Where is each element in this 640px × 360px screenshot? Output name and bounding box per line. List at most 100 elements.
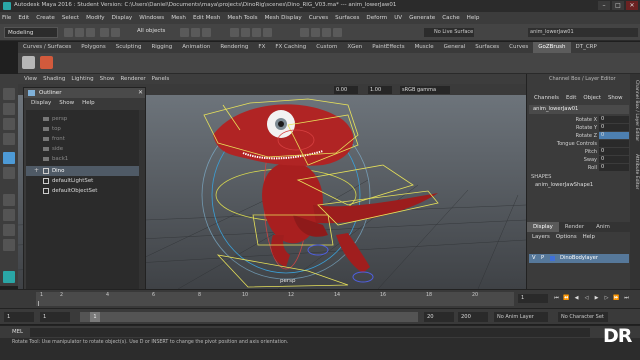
gamma-field[interactable]: 1.00 [368, 86, 392, 94]
snap-point-icon[interactable] [252, 28, 261, 37]
new-scene-icon[interactable] [64, 28, 73, 37]
menu-cache[interactable]: Cache [442, 15, 459, 21]
menu-file[interactable]: File [2, 15, 11, 21]
start-time-field[interactable]: 1 [4, 312, 34, 322]
layers-menu[interactable]: Layers [532, 234, 550, 240]
move-tool-icon[interactable] [3, 133, 15, 145]
menu-surfaces[interactable]: Surfaces [335, 15, 359, 21]
step-back-key-icon[interactable]: ⏪ [562, 294, 571, 303]
playback-end-field[interactable]: 20 [424, 312, 454, 322]
shelf-tab-fx-caching[interactable]: FX Caching [270, 42, 311, 53]
outliner-menu-help[interactable]: Help [82, 98, 95, 108]
current-frame-field[interactable]: 1 [518, 294, 548, 303]
menu-modify[interactable]: Modify [86, 15, 105, 21]
close-button[interactable]: ✕ [626, 1, 638, 10]
shelf-tab-rigging[interactable]: Rigging [146, 42, 177, 53]
shelf-tab-animation[interactable]: Animation [177, 42, 215, 53]
outliner-item[interactable]: side [26, 144, 139, 154]
rotate-tool-icon[interactable] [3, 152, 15, 164]
attr-row[interactable]: Rotate X0 [527, 116, 631, 124]
shelf-tab-muscle[interactable]: Muscle [410, 42, 439, 53]
menu-mesh-display[interactable]: Mesh Display [265, 15, 302, 21]
layout-four-icon[interactable] [3, 209, 15, 221]
select-hierarchy-icon[interactable] [180, 28, 189, 37]
object-menu[interactable]: Object [583, 95, 601, 101]
render-view-icon[interactable] [300, 28, 309, 37]
shelf-tab-general[interactable]: General [439, 42, 471, 53]
go-to-start-icon[interactable]: ⏮ [552, 294, 561, 303]
selected-object-name[interactable]: anim_lowerJaw01 [529, 105, 629, 114]
attr-row[interactable]: Sway 0 [527, 156, 631, 164]
outliner-item[interactable]: back1 [26, 154, 139, 164]
show-menu[interactable]: Show [608, 95, 623, 101]
menu-windows[interactable]: Windows [139, 15, 164, 21]
render-settings-icon[interactable] [333, 28, 342, 37]
shelf-tab-rendering[interactable]: Rendering [215, 42, 253, 53]
shelf-tab-curves[interactable]: Curves [504, 42, 533, 53]
selection-mask-dropdown[interactable]: All objects [137, 28, 165, 34]
expand-icon[interactable]: + [34, 166, 39, 176]
outliner-close-icon[interactable]: ✕ [138, 89, 143, 96]
panel-menu-panels[interactable]: Panels [152, 76, 170, 82]
shelf-gear-icon[interactable] [22, 56, 35, 69]
select-tool-icon[interactable] [3, 88, 15, 100]
step-forward-frame-icon[interactable]: ▷ [602, 294, 611, 303]
attr-row-highlighted[interactable]: Rotate Z0 [527, 132, 631, 140]
step-forward-key-icon[interactable]: ⏩ [612, 294, 621, 303]
current-object-field[interactable]: anim_lowerJaw01 [528, 28, 638, 37]
display-layer-row[interactable]: V P DinoBodylayer [529, 254, 629, 263]
outliner-menu-display[interactable]: Display [31, 98, 51, 108]
select-object-icon[interactable] [191, 28, 200, 37]
snap-surface-icon[interactable] [263, 28, 272, 37]
shelf-tab-curves-surfaces[interactable]: Curves / Surfaces [18, 42, 76, 53]
live-surface-field[interactable]: No Live Surface [424, 28, 474, 37]
snap-curve-icon[interactable] [241, 28, 250, 37]
range-bar[interactable]: 1 [80, 312, 418, 322]
options-menu[interactable]: Options [556, 234, 577, 240]
go-to-end-icon[interactable]: ⏭ [622, 294, 631, 303]
layout-single-icon[interactable] [3, 194, 15, 206]
step-back-frame-icon[interactable]: ◀ [572, 294, 581, 303]
layer-help-menu[interactable]: Help [583, 234, 595, 240]
menu-generate[interactable]: Generate [409, 15, 435, 21]
shelf-tab-painteffects[interactable]: PaintEffects [367, 42, 409, 53]
open-scene-icon[interactable] [75, 28, 84, 37]
shelf-tab-gozbrush[interactable]: GoZBrush [533, 42, 571, 53]
menu-create[interactable]: Create [36, 15, 55, 21]
outliner-item[interactable]: defaultLightSet [26, 176, 139, 186]
minimize-button[interactable]: – [598, 1, 610, 10]
select-component-icon[interactable] [202, 28, 211, 37]
redo-icon[interactable] [111, 28, 120, 37]
outliner-item[interactable]: persp [26, 114, 139, 124]
outliner-scrollbar[interactable] [139, 110, 145, 290]
outliner-menu-show[interactable]: Show [59, 98, 74, 108]
snap-grid-icon[interactable] [230, 28, 239, 37]
time-slider-track[interactable]: 1 2 4 6 8 10 12 14 16 18 20 [36, 292, 514, 306]
outliner-item[interactable]: defaultObjectSet [26, 186, 139, 196]
layer-visibility-toggle[interactable]: V [532, 254, 536, 263]
panel-menu-lighting[interactable]: Lighting [71, 76, 93, 82]
range-handle[interactable]: 1 [90, 312, 100, 322]
outliner-item[interactable]: top [26, 124, 139, 134]
character-set-dropdown[interactable]: No Character Set [558, 312, 608, 322]
maximize-button[interactable]: □ [612, 1, 624, 10]
shape-node-name[interactable]: anim_lowerJawShape1 [535, 182, 593, 188]
channels-menu[interactable]: Channels [534, 95, 559, 101]
ipr-render-icon[interactable] [322, 28, 331, 37]
shelf-tab-surfaces[interactable]: Surfaces [470, 42, 504, 53]
shelf-tab-dt-crp[interactable]: DT_CRP [571, 42, 602, 53]
panel-menu-view[interactable]: View [24, 76, 37, 82]
shelf-tab-polygons[interactable]: Polygons [76, 42, 110, 53]
attr-row[interactable]: Pitch 0 [527, 148, 631, 156]
menu-select[interactable]: Select [62, 15, 79, 21]
paint-select-tool-icon[interactable] [3, 118, 15, 130]
play-forwards-icon[interactable]: ▶ [592, 294, 601, 303]
gozbrush-icon[interactable] [40, 56, 53, 69]
command-input[interactable] [30, 328, 590, 337]
attr-row[interactable]: Rotate Y0 [527, 124, 631, 132]
layout-side-icon[interactable] [3, 224, 15, 236]
attr-row[interactable]: Roll 0 [527, 164, 631, 172]
panel-menu-show[interactable]: Show [100, 76, 115, 82]
channel-box-side-tab[interactable]: Channel Box / Layer Editor [631, 80, 639, 141]
anim-layer-dropdown[interactable]: No Anim Layer [494, 312, 548, 322]
